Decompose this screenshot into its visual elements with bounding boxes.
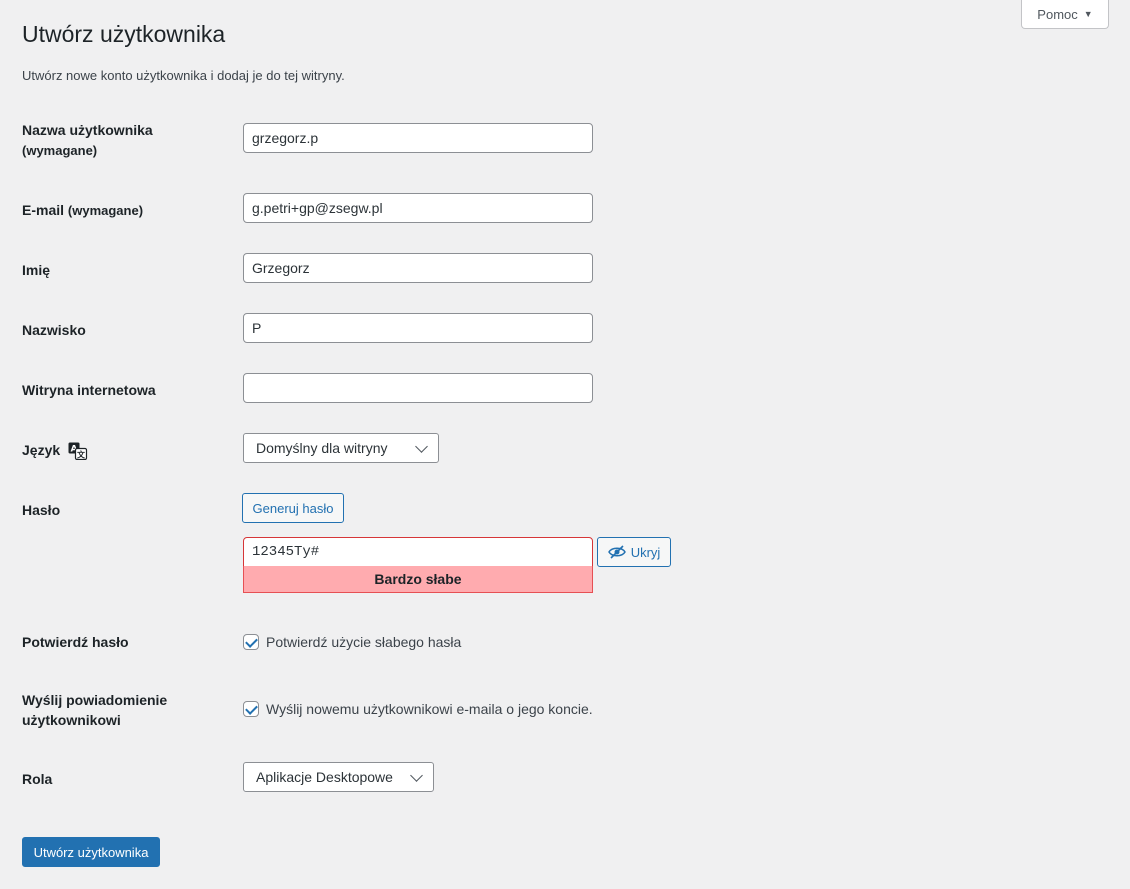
confirm-weak-password-checkbox[interactable] xyxy=(243,634,259,650)
language-label: Język A 文 xyxy=(22,440,222,461)
triangle-down-icon: ▼ xyxy=(1083,9,1093,19)
confirm-weak-password-row: Potwierdź użycie słabego hasła xyxy=(243,634,461,650)
first-name-field[interactable] xyxy=(243,253,593,283)
email-label-text: E-mail xyxy=(22,202,65,218)
role-selected: Aplikacje Desktopowe xyxy=(256,769,393,785)
svg-text:文: 文 xyxy=(77,450,86,460)
eye-slash-icon xyxy=(607,545,626,559)
chevron-down-icon xyxy=(410,768,423,782)
hide-password-button[interactable]: Ukryj xyxy=(597,537,671,567)
send-notification-text: Wyślij nowemu użytkownikowi e-maila o je… xyxy=(266,701,593,717)
password-label: Hasło xyxy=(22,502,61,518)
username-label-text: Nazwa użytkownika xyxy=(22,122,153,138)
hide-password-label: Ukryj xyxy=(630,544,661,560)
page-intro: Utwórz nowe konto użytkownika i dodaj je… xyxy=(22,68,345,83)
last-name-field[interactable] xyxy=(243,313,593,343)
language-label-text: Język xyxy=(22,442,61,458)
create-user-button[interactable]: Utwórz użytkownika xyxy=(22,837,160,867)
generate-password-button[interactable]: Generuj hasło xyxy=(242,493,344,523)
username-required: (wymagane) xyxy=(22,143,98,158)
username-label: Nazwa użytkownika (wymagane) xyxy=(22,120,222,161)
send-notification-label: Wyślij powiadomienie użytkownikowi xyxy=(22,692,168,728)
password-field[interactable] xyxy=(243,537,593,567)
help-tab-label: Pomoc xyxy=(1037,6,1078,22)
language-selected: Domyślny dla witryny xyxy=(256,440,388,456)
translation-icon: A 文 xyxy=(68,442,88,461)
first-name-label: Imię xyxy=(22,262,51,278)
language-select[interactable]: Domyślny dla witryny xyxy=(243,433,439,463)
role-label: Rola xyxy=(22,771,53,787)
website-field[interactable] xyxy=(243,373,593,403)
send-notification-checkbox[interactable] xyxy=(243,701,259,717)
last-name-label: Nazwisko xyxy=(22,322,86,338)
password-strength-meter: Bardzo słabe xyxy=(243,566,593,593)
send-notification-row: Wyślij nowemu użytkownikowi e-maila o je… xyxy=(243,701,593,717)
page-title: Utwórz użytkownika xyxy=(22,21,226,47)
role-select[interactable]: Aplikacje Desktopowe xyxy=(243,762,434,792)
email-field[interactable] xyxy=(243,193,593,223)
confirm-password-label: Potwierdź hasło xyxy=(22,634,129,650)
username-field[interactable] xyxy=(243,123,593,153)
website-label: Witryna internetowa xyxy=(22,382,156,398)
chevron-down-icon xyxy=(415,439,428,453)
confirm-weak-password-text: Potwierdź użycie słabego hasła xyxy=(266,634,462,650)
email-required: (wymagane) xyxy=(67,203,144,218)
help-tab-button[interactable]: Pomoc ▼ xyxy=(1021,0,1109,29)
email-label: E-mail (wymagane) xyxy=(22,200,222,221)
